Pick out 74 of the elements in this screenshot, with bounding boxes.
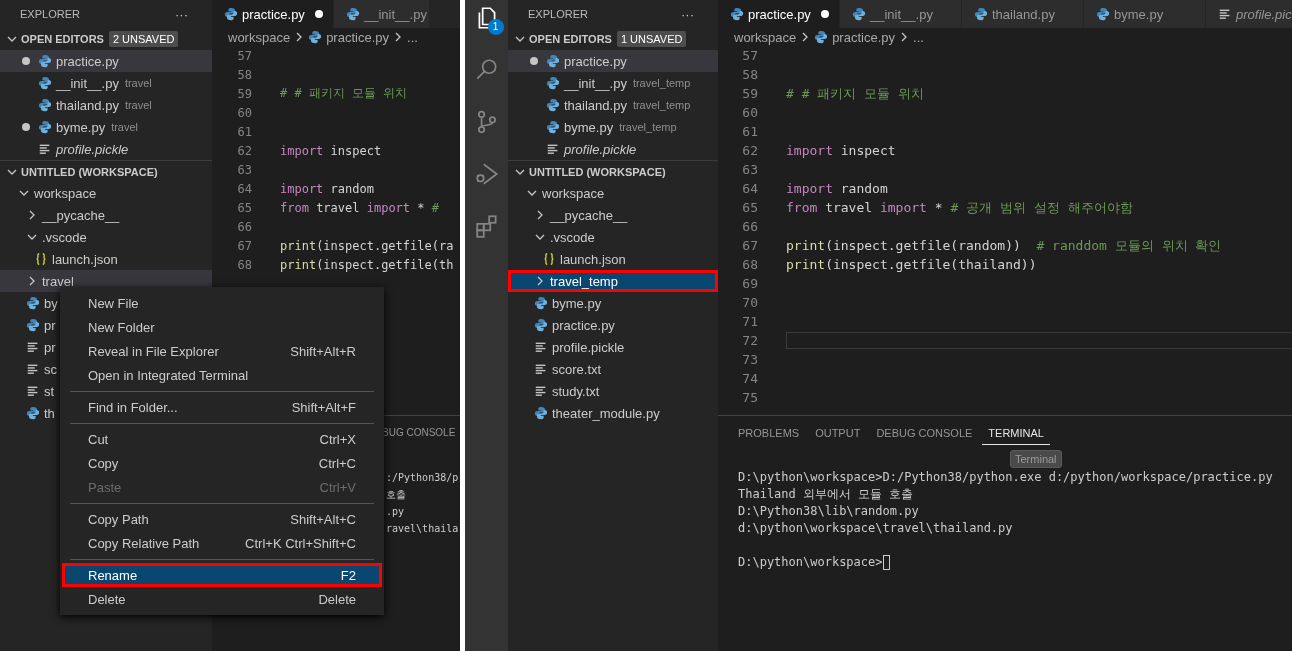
code-line: import inspect <box>280 143 382 158</box>
code-line: # # 패키지 모듈 위치 <box>280 85 408 102</box>
line-number: 63 <box>741 162 758 177</box>
line-number: 61 <box>741 124 758 139</box>
line-number: 63 <box>236 162 252 177</box>
line-number: 66 <box>741 219 758 234</box>
line-number: 71 <box>741 314 758 329</box>
notification-badge: 1 <box>487 19 504 35</box>
line-number: 69 <box>741 276 758 291</box>
line-number: 59 <box>741 86 758 101</box>
folder-hint: travel <box>124 77 152 89</box>
code-line: # # 패키지 모듈 위치 <box>786 84 924 103</box>
folder-hint: travel <box>124 99 152 111</box>
code-line: print(inspect.getfile(ra <box>280 238 454 253</box>
line-number: 59 <box>236 86 252 101</box>
file-name: profile.pickle <box>56 141 129 157</box>
line-number: 62 <box>236 143 252 158</box>
line-number: 73 <box>741 352 758 367</box>
line-number: 68 <box>236 257 252 272</box>
line-number: 70 <box>741 295 758 310</box>
code-line: from travel import * # 공개 범위 설정 해주어야함 <box>786 198 1133 217</box>
line-number: 65 <box>741 200 758 215</box>
line-number: 67 <box>236 238 252 253</box>
folder-hint: travel_temp <box>632 77 691 89</box>
code-line: import random <box>786 181 888 196</box>
terminal-line: ravel\thaila <box>386 522 460 536</box>
terminal-line: D:\python\workspace>D:/Python38/python.exe d:/python/workspace/practice.py <box>738 469 1274 486</box>
terminal-line: D:\Python38\lib\random.py <box>738 503 920 520</box>
tooltip: Terminal <box>1010 450 1062 468</box>
file-name: byme.py <box>564 119 614 135</box>
sidebar-title: EXPLORER <box>20 8 80 20</box>
folder-hint: travel <box>111 121 139 133</box>
file-name: thailand.py <box>564 97 627 113</box>
line-number: 75 <box>741 390 758 405</box>
sidebar-title: EXPLORER <box>528 8 588 20</box>
line-number: 60 <box>236 105 252 120</box>
terminal-line: 호출 <box>386 488 407 502</box>
line-number: 57 <box>236 48 252 63</box>
unsaved-count-badge: 1 UNSAVED <box>616 31 687 47</box>
line-number: 60 <box>741 105 758 120</box>
code-line: import random <box>280 181 374 196</box>
terminal-line: d:\python\workspace\travel\thailand.py <box>738 520 1014 537</box>
line-number: 74 <box>741 371 758 386</box>
terminal-prompt: D:\python\workspace> <box>738 554 883 571</box>
code-line: print(inspect.getfile(thailand)) <box>786 257 1037 272</box>
code-line: print(inspect.getfile(random)) # randdom 모듈의 위치 확인 <box>786 236 1222 255</box>
folder-hint: travel_temp <box>632 99 691 111</box>
terminal-line: Thailand 외부에서 모듈 호출 <box>738 486 915 503</box>
code-line: from travel import * # <box>280 200 439 215</box>
line-number: 58 <box>741 67 758 82</box>
file-name: practice.py <box>564 53 627 69</box>
file-name: __init__.py <box>564 75 627 91</box>
file-name: thailand.py <box>56 97 119 113</box>
line-number: 64 <box>741 181 758 196</box>
line-number: 65 <box>236 200 252 215</box>
terminal-line: :/Python38/p <box>386 471 460 485</box>
terminal-line: .py <box>386 505 406 519</box>
line-number: 67 <box>741 238 758 253</box>
file-name: __init__.py <box>56 75 119 91</box>
line-number: 61 <box>236 124 252 139</box>
file-name: profile.pickle <box>564 141 637 157</box>
folder-hint: travel_temp <box>619 121 677 133</box>
file-name: practice.py <box>56 53 119 69</box>
line-number: 58 <box>236 67 252 82</box>
code-line: print(inspect.getfile(th <box>280 257 454 272</box>
line-number: 62 <box>741 143 758 158</box>
line-number: 72 <box>741 333 758 348</box>
file-name: byme.py <box>56 119 106 135</box>
line-number: 66 <box>236 219 252 234</box>
unsaved-count-badge: 2 UNSAVED <box>108 31 179 47</box>
line-number: 57 <box>741 48 758 63</box>
line-number: 64 <box>236 181 252 196</box>
line-number: 68 <box>741 257 758 272</box>
code-line: import inspect <box>786 143 896 158</box>
